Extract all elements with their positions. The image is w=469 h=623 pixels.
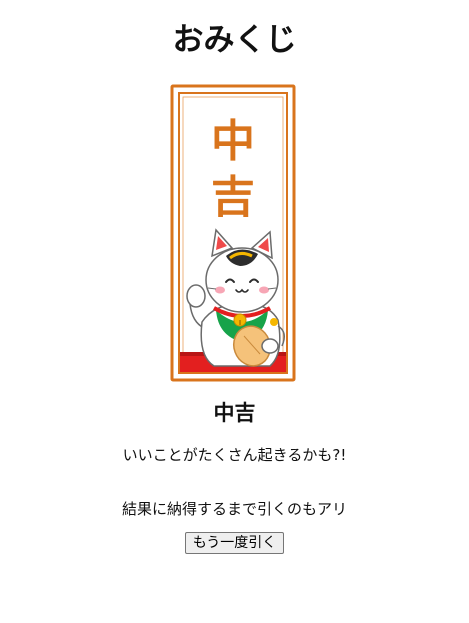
- fortune-result: 中吉: [213, 401, 256, 425]
- fortune-message: いいことがたくさん起きるかも?!: [122, 446, 347, 464]
- page-title: おみくじ: [172, 22, 297, 58]
- redraw-note: 結果に納得するまで引くのもアリ: [121, 500, 347, 518]
- omikuji-card-illustration: 中 吉: [170, 84, 296, 382]
- fortune-char-2: 吉: [211, 172, 255, 223]
- actions: もう一度引く: [0, 532, 469, 554]
- omikuji-page: おみくじ 中 吉 中吉 いいことがたくさん起きるかも?! 結果に納得するまで引く…: [0, 0, 469, 623]
- draw-again-button[interactable]: もう一度引く: [184, 532, 285, 554]
- fortune-char-1: 中: [211, 116, 255, 167]
